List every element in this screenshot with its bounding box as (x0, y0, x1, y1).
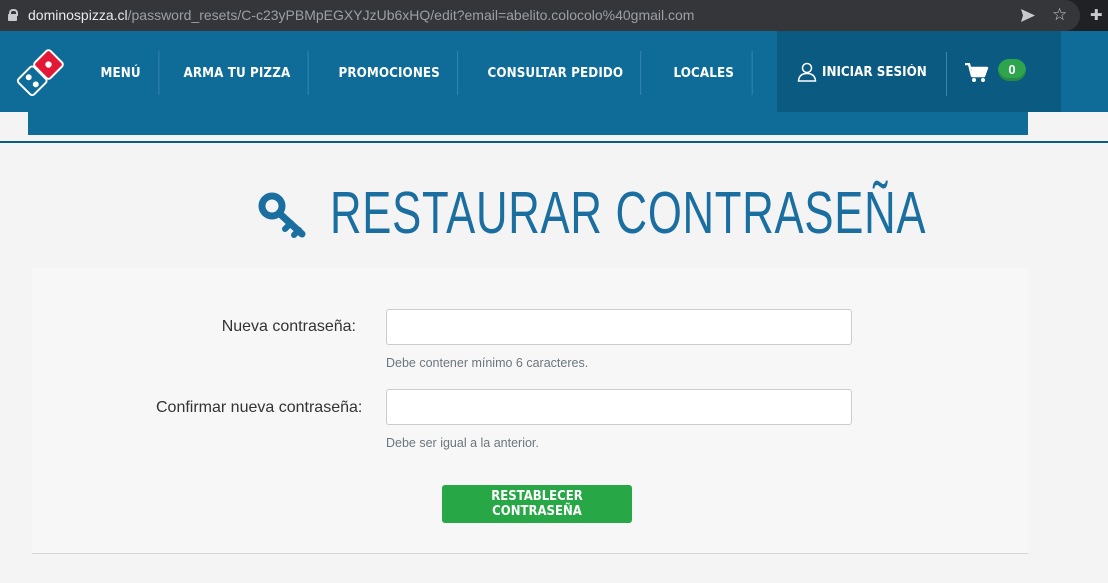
extension-icon[interactable]: ✚ (1090, 7, 1103, 24)
login-label: INICIAR SESIÓN (822, 64, 927, 80)
content-top-bar (28, 112, 1028, 135)
nav-item-locales[interactable]: LOCALES (656, 51, 753, 95)
bookmark-star-icon[interactable]: ☆ (1052, 6, 1067, 24)
lock-icon[interactable] (8, 9, 18, 21)
nav-item-arma-tu-pizza[interactable]: ARMA TU PIZZA (166, 51, 309, 95)
nav-item-promociones[interactable]: PROMOCIONES (321, 51, 459, 95)
cart-icon[interactable] (965, 63, 989, 83)
reset-password-button[interactable]: RESTABLECER CONTRASEÑA (442, 485, 632, 523)
url-host: dominospizza.cl (28, 7, 128, 23)
new-password-input[interactable] (386, 309, 852, 345)
url-text[interactable]: dominospizza.cl/password_resets/C-c23yPB… (28, 7, 694, 24)
header-shadow (0, 141, 1108, 143)
header-divider (946, 52, 947, 96)
new-password-label: Nueva contraseña: (221, 318, 356, 335)
login-button[interactable]: INICIAR SESIÓN (797, 62, 936, 82)
user-icon (797, 62, 817, 82)
form-divider (32, 553, 1028, 554)
address-bar[interactable]: dominospizza.cl/password_resets/C-c23yPB… (0, 0, 1080, 31)
send-icon[interactable] (1020, 8, 1036, 23)
cart-count-badge[interactable]: 0 (998, 59, 1026, 81)
key-icon (258, 192, 306, 238)
nav-item-consultar-pedido[interactable]: CONSULTAR PEDIDO (470, 51, 642, 95)
page-title: RESTAURAR CONTRASEÑA (330, 180, 927, 246)
browser-toolbar: dominospizza.cl/password_resets/C-c23yPB… (0, 0, 1108, 31)
new-password-help: Debe contener mínimo 6 caracteres. (386, 356, 589, 370)
confirm-password-input[interactable] (386, 389, 852, 425)
dominos-logo-icon[interactable] (14, 47, 66, 99)
site-header: MENÚ ARMA TU PIZZA PROMOCIONES CONSULTAR… (0, 31, 1108, 143)
user-area: INICIAR SESIÓN 0 (777, 31, 1061, 112)
url-path: /password_resets/C-c23yPBMpEGXYJzUb6xHQ/… (127, 7, 695, 23)
page-heading: RESTAURAR CONTRASEÑA (0, 178, 1108, 248)
reset-password-button-label: RESTABLECER CONTRASEÑA (491, 489, 583, 519)
confirm-password-help: Debe ser igual a la anterior. (386, 436, 539, 450)
nav-item-menu[interactable]: MENÚ (83, 51, 160, 95)
main-nav: MENÚ ARMA TU PIZZA PROMOCIONES CONSULTAR… (83, 51, 761, 95)
confirm-password-label: Confirmar nueva contraseña: (156, 399, 363, 416)
